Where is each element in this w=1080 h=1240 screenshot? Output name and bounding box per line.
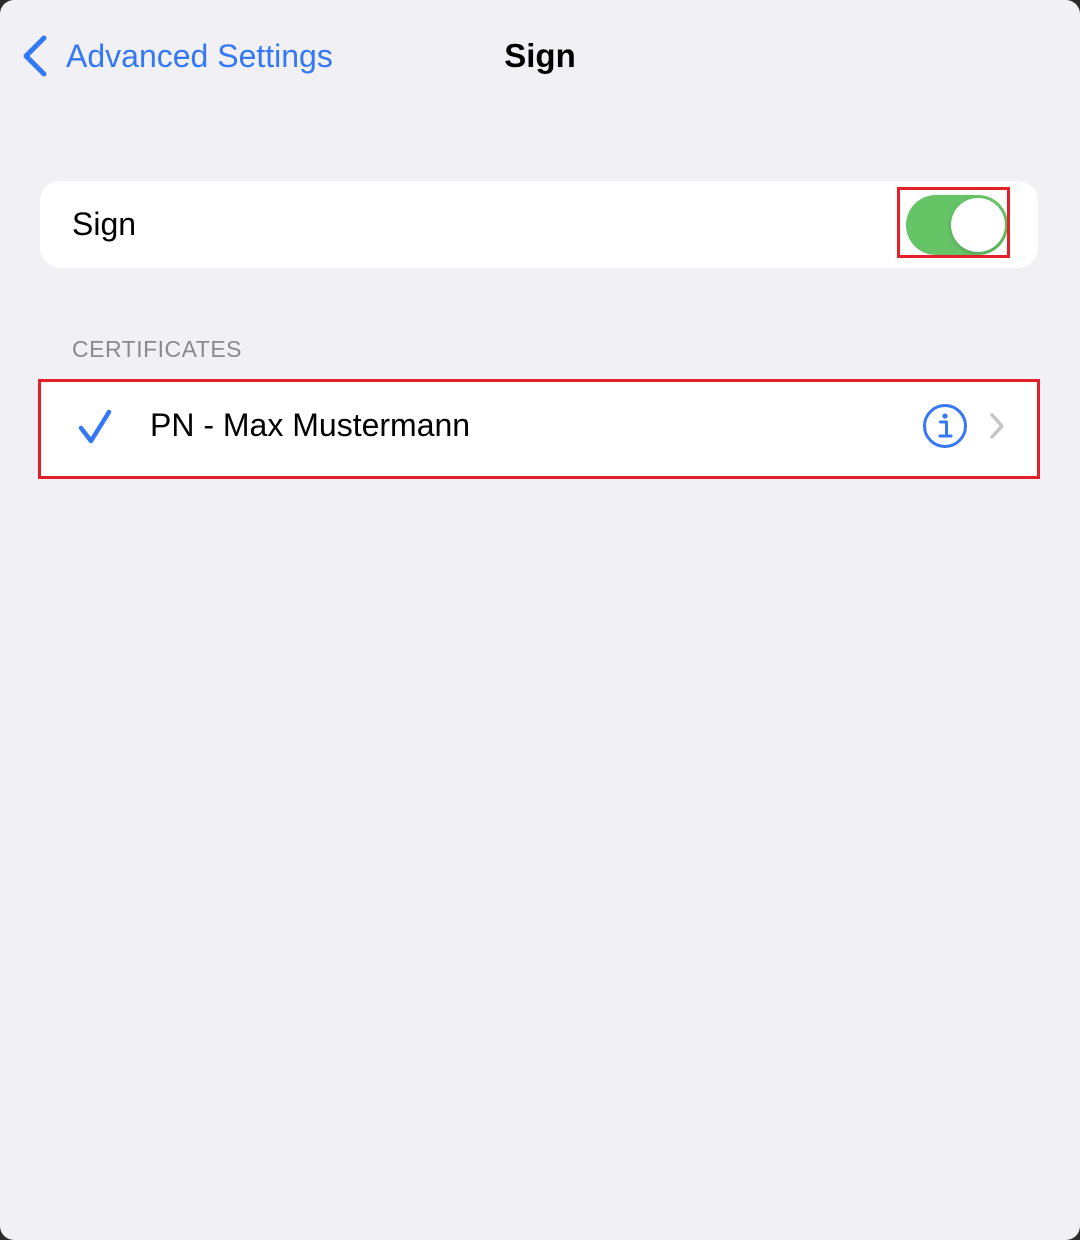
info-icon[interactable] — [922, 403, 968, 449]
navigation-bar: Advanced Settings Sign — [0, 0, 1080, 110]
settings-screen: Advanced Settings Sign Sign CERTIFICATES… — [0, 0, 1080, 1240]
sign-toggle-row: Sign — [40, 181, 1038, 268]
certificate-row[interactable]: PN - Max Mustermann — [40, 381, 1038, 476]
chevron-right-icon — [988, 411, 1006, 441]
checkmark-icon — [78, 409, 112, 445]
certificates-section-header: CERTIFICATES — [72, 336, 242, 362]
toggle-highlight-box — [897, 187, 1010, 258]
certificate-label: PN - Max Mustermann — [150, 407, 471, 443]
page-title: Sign — [504, 37, 576, 74]
sign-toggle-label: Sign — [72, 206, 137, 242]
